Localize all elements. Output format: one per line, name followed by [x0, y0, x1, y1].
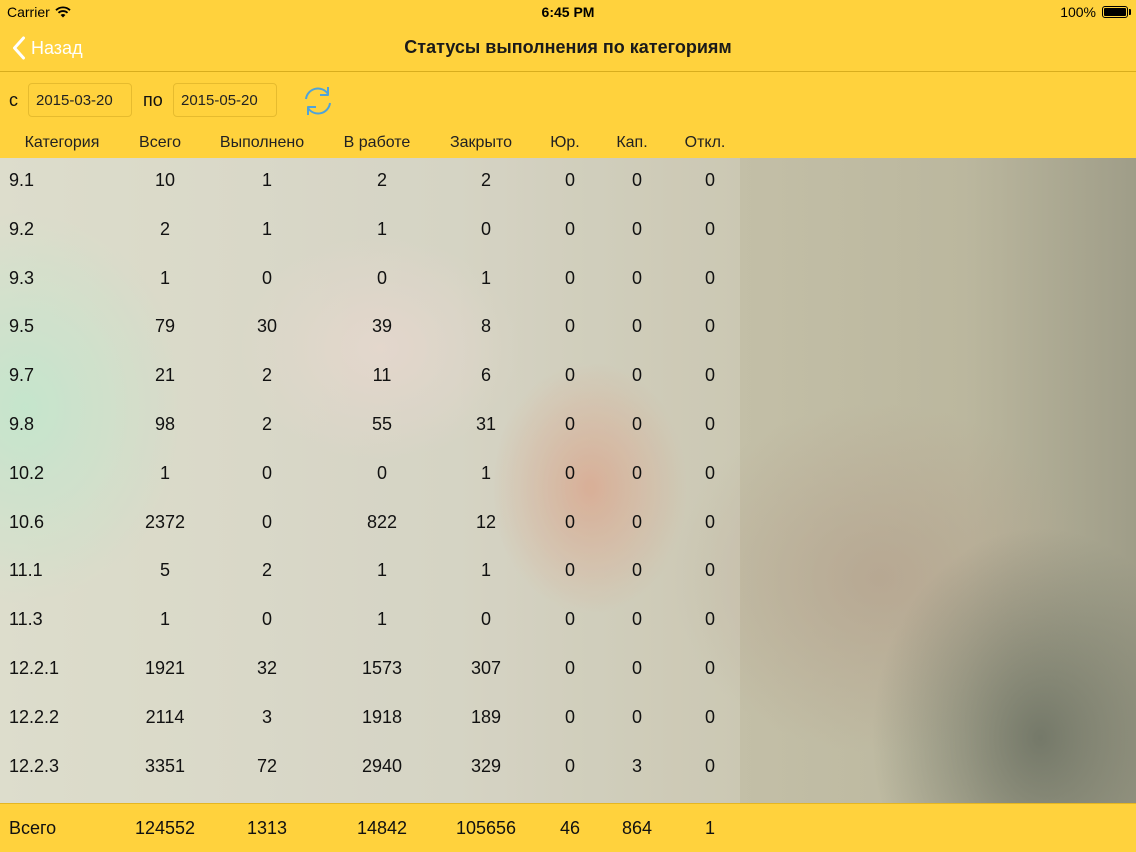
cell-in-progress: 55: [371, 414, 393, 434]
table-row[interactable]: 9.8 98 2 55 31 0 0 0: [0, 402, 740, 450]
table-row[interactable]: 12.2.1 1921 32 1573 307 0 0 0: [0, 646, 740, 694]
cell-in-progress: 2: [376, 170, 387, 190]
cell-in-progress: 1573: [361, 658, 403, 678]
total-done: 1313: [246, 818, 288, 838]
cell-category: 12.2.1: [9, 658, 60, 678]
battery-tip: [1129, 9, 1131, 15]
cell-done: 0: [261, 609, 272, 630]
cell-done: 72: [256, 755, 278, 776]
cell-done: 0: [261, 511, 272, 532]
table-row[interactable]: 9.5 79 30 39 8 0 0 0: [0, 304, 740, 352]
cell-in-progress: 0: [376, 267, 387, 288]
cell-done: 30: [256, 316, 278, 337]
cell-in-progress: 822: [366, 511, 398, 532]
cell-rejected: 0: [704, 609, 715, 630]
cell-in-progress: 0: [376, 462, 387, 483]
cell-in-progress: 1: [376, 218, 387, 239]
table-row[interactable]: 12.2.2 2114 3 1918 189 0 0 0: [0, 695, 740, 743]
table-row[interactable]: 12.2.3 3351 72 2940 329 0 3 0: [0, 744, 740, 792]
battery-icon: [1102, 6, 1128, 18]
cell-rejected: 0: [704, 560, 715, 581]
cell-category: 9.2: [9, 218, 35, 239]
cell-rejected: 0: [704, 414, 715, 434]
table-row[interactable]: 10.2 1 0 0 1 0 0 0: [0, 451, 740, 499]
date-filter: с по: [0, 82, 1136, 118]
to-date-input[interactable]: [173, 83, 277, 117]
page-title: Статусы выполнения по категориям: [404, 37, 732, 57]
cell-category: 11.3: [9, 609, 43, 630]
header-rejected: Откл.: [684, 134, 726, 151]
cell-in-progress: 2940: [361, 755, 403, 776]
cell-done: 0: [261, 267, 272, 288]
table-header: Категория Всего Выполнено В работе Закрыто Юр…: [0, 128, 1136, 158]
cell-rejected: 0: [704, 511, 715, 532]
navigation-bar: Назад Статусы выполнения по категориям: [0, 24, 1136, 72]
total-rejected: 1: [704, 818, 715, 838]
cell-in-progress: 1: [376, 609, 387, 630]
table-row[interactable]: 10.6 2372 0 822 12 0 0 0: [0, 500, 740, 548]
cell-category: 9.1: [9, 170, 35, 190]
cell-done: 32: [256, 658, 278, 678]
table-row[interactable]: 9.1 10 1 2 2 0 0 0: [0, 158, 740, 206]
cell-rejected: 0: [704, 170, 715, 190]
cell-category: 12.2.2: [9, 706, 60, 727]
from-label: с: [9, 90, 18, 110]
screen: Carrier 6:45 PM 100% Назад Статусы выпол…: [0, 0, 1136, 852]
status-time: 6:45 PM: [541, 4, 595, 20]
cell-done: 3: [261, 706, 272, 727]
cell-rejected: 0: [704, 365, 715, 386]
refresh-icon[interactable]: [300, 84, 336, 118]
cell-category: 9.5: [9, 316, 35, 337]
totals-row: Всего 124552 1313 14842 105656 46 864 1: [0, 803, 1136, 852]
battery-percent: 100%: [1060, 4, 1096, 20]
cell-rejected: 0: [704, 316, 715, 337]
cell-rejected: 0: [704, 218, 715, 239]
cell-rejected: 0: [704, 462, 715, 483]
status-bar: Carrier 6:45 PM 100%: [0, 0, 1136, 24]
cell-category: 11.1: [9, 560, 43, 581]
total-in-progress: 14842: [356, 818, 408, 838]
table-row[interactable]: 9.7 21 2 11 6 0 0 0: [0, 353, 740, 401]
cell-category: 9.7: [9, 365, 35, 386]
cell-done: 2: [261, 365, 272, 386]
cell-done: 0: [261, 462, 272, 483]
cell-rejected: 0: [704, 658, 715, 678]
cell-rejected: 0: [704, 755, 715, 776]
cell-rejected: 0: [704, 706, 715, 727]
cell-done: 2: [261, 414, 272, 434]
header-done: Выполнено: [219, 134, 305, 151]
table-row[interactable]: 9.2 2 1 1 0 0 0 0: [0, 207, 740, 255]
cell-in-progress: 1918: [361, 706, 403, 727]
totals-label: Всего: [9, 818, 57, 838]
cell-in-progress: 1: [376, 560, 387, 581]
header-area: Carrier 6:45 PM 100% Назад Статусы выпол…: [0, 0, 1136, 158]
cell-in-progress: 39: [371, 316, 393, 337]
cell-category: 10.2: [9, 462, 45, 483]
cell-done: 1: [261, 218, 272, 239]
header-in-progress: В работе: [343, 134, 411, 151]
to-label: по: [143, 90, 163, 110]
cell-category: 9.3: [9, 267, 35, 288]
from-date-input[interactable]: [28, 83, 132, 117]
table-row[interactable]: 11.1 5 2 1 1 0 0 0: [0, 548, 740, 596]
cell-done: 1: [261, 170, 272, 190]
table-row[interactable]: 11.3 1 0 1 0 0 0 0: [0, 597, 740, 645]
cell-category: 9.8: [9, 414, 35, 434]
cell-in-progress: 11: [372, 365, 392, 386]
cell-rejected: 0: [704, 267, 715, 288]
cell-category: 12.2.3: [9, 755, 60, 776]
cell-category: 10.6: [9, 511, 45, 532]
table-row[interactable]: 9.3 1 0 0 1 0 0 0: [0, 256, 740, 304]
cell-done: 2: [261, 560, 272, 581]
